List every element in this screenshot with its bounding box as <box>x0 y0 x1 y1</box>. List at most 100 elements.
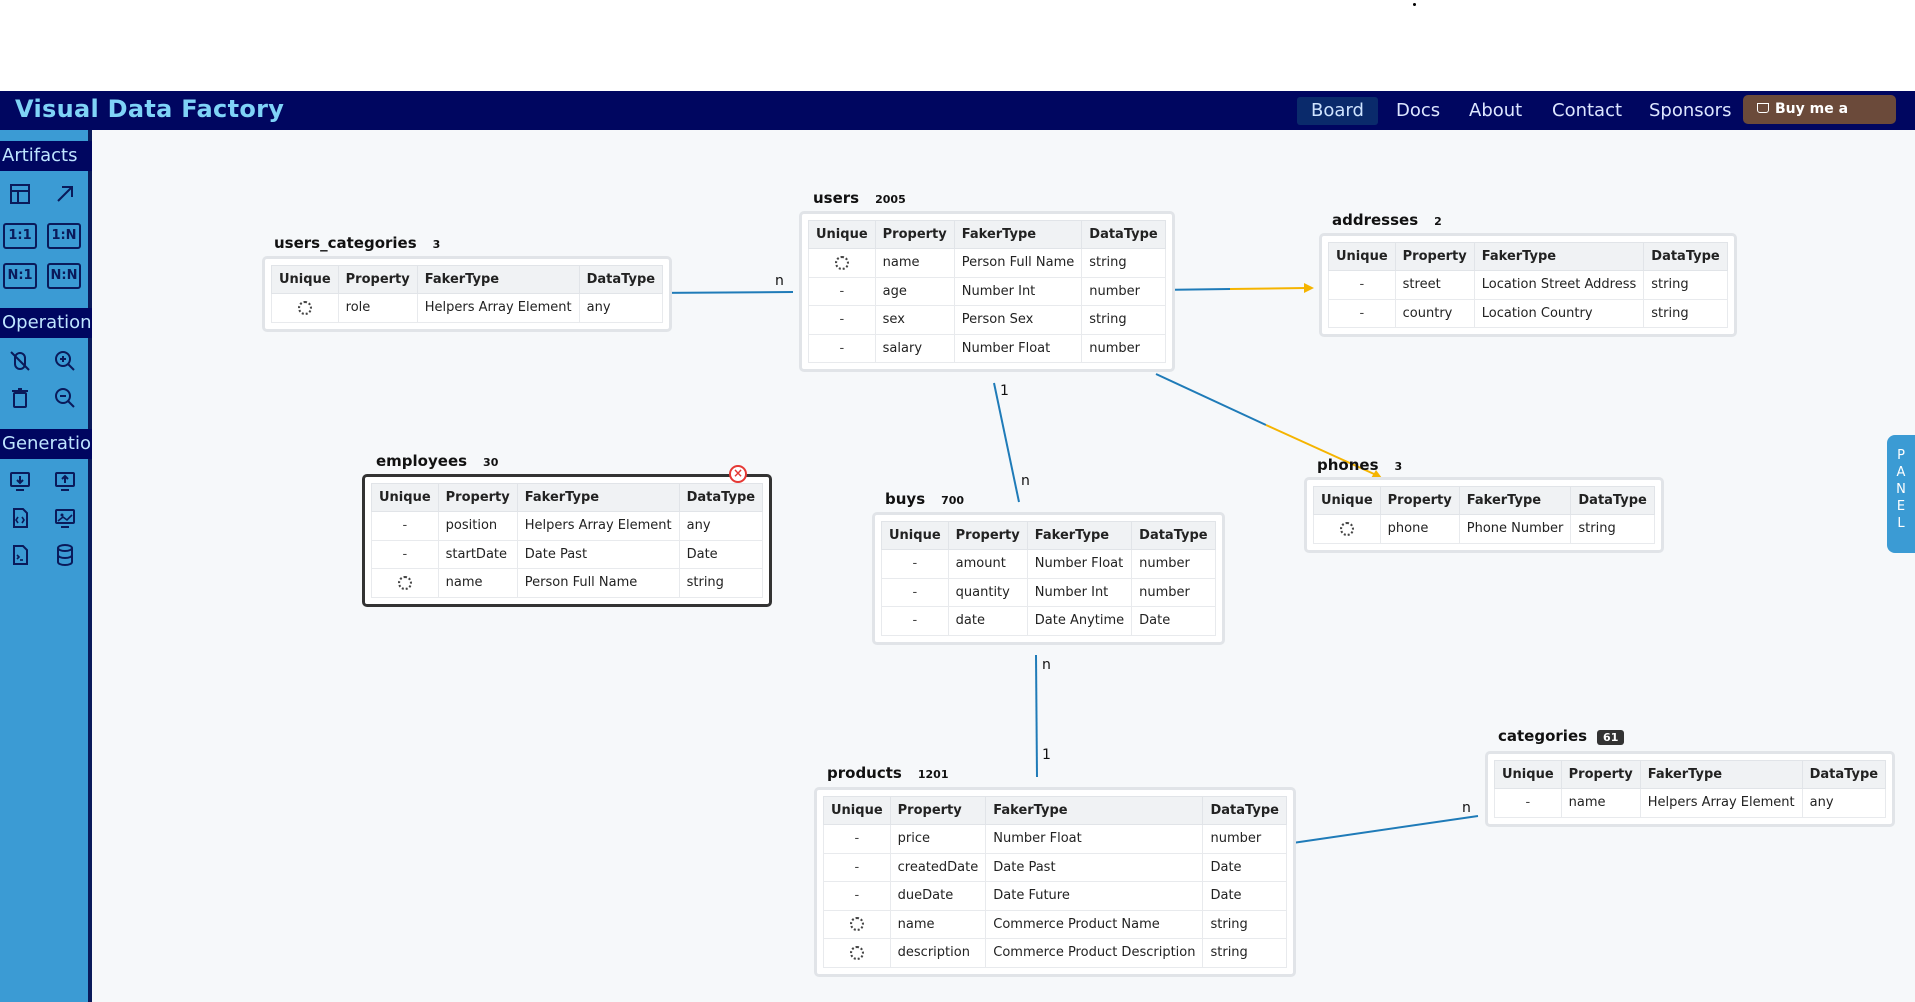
edge-products-categories[interactable] <box>1271 815 1479 847</box>
table-title-categories[interactable]: categories 61 <box>1498 727 1625 745</box>
property-cell: description <box>889 938 987 968</box>
col-unique: Unique <box>823 796 891 825</box>
import-tool[interactable] <box>5 466 35 496</box>
table-row[interactable]: name Person Full Name string <box>808 248 1166 278</box>
script-file-tool[interactable] <box>5 540 35 570</box>
table-row[interactable]: - salary Number Float number <box>808 333 1166 363</box>
table-addresses[interactable]: Unique Property FakerType DataType - street L… <box>1319 233 1737 337</box>
database-icon <box>57 544 73 567</box>
relation-1-1-button[interactable]: 1:1 <box>3 223 37 249</box>
col-property: Property <box>874 220 955 249</box>
datatype-cell: any <box>678 511 764 541</box>
mouse-off-icon <box>10 351 30 371</box>
zoom-in-tool[interactable] <box>50 346 80 376</box>
table-phones[interactable]: Unique Property FakerType DataType phone Pho… <box>1304 477 1664 553</box>
table-row[interactable]: description Commerce Product Description s… <box>823 938 1287 968</box>
datatype-cell: number <box>1131 577 1216 607</box>
col-datatype: DataType <box>1570 486 1655 515</box>
record-count-badge: 3 <box>432 238 441 251</box>
table-row[interactable]: - date Date Anytime Date <box>881 606 1216 636</box>
table-row[interactable]: - quantity Number Int number <box>881 577 1216 607</box>
nav-sponsors[interactable]: Sponsors <box>1635 97 1745 125</box>
relation-n-n-button[interactable]: N:N <box>47 263 81 289</box>
table-title-users-categories[interactable]: users_categories 3 <box>274 234 446 252</box>
relation-1-n-button[interactable]: 1:N <box>47 223 81 249</box>
table-row[interactable]: - name Helpers Array Element any <box>1494 788 1887 818</box>
image-export-tool[interactable] <box>50 503 80 533</box>
table-title-products[interactable]: products 1201 <box>827 764 954 782</box>
fakertype-cell: Number Float <box>953 333 1083 363</box>
table-products[interactable]: Unique Property FakerType DataType - price Nu… <box>814 787 1296 977</box>
close-icon[interactable]: × <box>729 465 747 483</box>
fakertype-cell: Number Int <box>1026 577 1133 607</box>
buy-coffee-button[interactable]: Buy me a coffee <box>1743 95 1896 146</box>
edge-label: n <box>775 273 784 289</box>
datatype-cell: Date <box>1202 881 1287 911</box>
table-users[interactable]: Unique Property FakerType DataType name Pers… <box>799 211 1175 372</box>
table-title-phones[interactable]: phones 3 <box>1317 456 1408 474</box>
record-count-badge: 2005 <box>875 193 906 206</box>
property-cell: price <box>889 824 987 854</box>
add-arrow-tool[interactable] <box>50 179 80 209</box>
property-cell: date <box>947 606 1028 636</box>
col-unique: Unique <box>808 220 876 249</box>
delete-tool[interactable] <box>5 383 35 413</box>
nav-contact[interactable]: Contact <box>1538 97 1636 125</box>
table-row[interactable]: - street Location Street Address string <box>1328 270 1728 300</box>
table-row[interactable]: - dueDate Date Future Date <box>823 881 1287 911</box>
table-row[interactable]: - sex Person Sex string <box>808 305 1166 335</box>
add-table-tool[interactable] <box>5 179 35 209</box>
relation-n-1-button[interactable]: N:1 <box>3 263 37 289</box>
table-title-users[interactable]: users 2005 <box>813 189 912 207</box>
edge-users-addresses-b[interactable] <box>1229 287 1307 290</box>
table-row[interactable]: - amount Number Float number <box>881 549 1216 579</box>
datatype-cell: Date <box>1202 852 1287 882</box>
record-count-badge: 61 <box>1597 730 1625 745</box>
edge-users-buys[interactable] <box>993 382 1020 503</box>
table-row[interactable]: - price Number Float number <box>823 824 1287 854</box>
table-employees[interactable]: Unique Property FakerType DataType - positio… <box>362 474 773 607</box>
fakertype-cell: Commerce Product Description <box>985 938 1204 968</box>
table-title-employees[interactable]: employees 30 <box>376 452 504 470</box>
table-row[interactable]: - startDate Date Past Date <box>371 539 764 569</box>
edge-buys-products[interactable] <box>1035 654 1038 778</box>
property-cell: amount <box>947 549 1028 579</box>
col-fakertype: FakerType <box>516 483 680 512</box>
table-row[interactable]: - country Location Country string <box>1328 298 1728 328</box>
fakertype-cell: Date Future <box>985 881 1204 911</box>
panel-toggle-tab[interactable]: PANEL <box>1887 435 1915 553</box>
table-row[interactable]: - position Helpers Array Element any <box>371 511 764 541</box>
trash-icon <box>12 388 28 408</box>
table-title-addresses[interactable]: addresses 2 <box>1332 211 1448 229</box>
board-canvas[interactable]: 1 n 1 n n 1 n n users_categories3 Unique… <box>92 130 1915 1002</box>
table-row[interactable]: role Helpers Array Element any <box>271 293 664 323</box>
table-icon <box>10 184 30 204</box>
table-name: employees <box>376 452 468 470</box>
table-row[interactable]: phone Phone Number string <box>1313 514 1655 544</box>
col-datatype: DataType <box>578 265 664 294</box>
code-file-tool[interactable] <box>5 503 35 533</box>
table-row[interactable]: name Commerce Product Name string <box>823 909 1287 939</box>
record-count-badge: 30 <box>483 456 499 469</box>
disable-tool[interactable] <box>5 346 35 376</box>
table-row[interactable]: - createdDate Date Past Date <box>823 852 1287 882</box>
table-row[interactable]: name Person Full Name string <box>371 568 764 598</box>
database-tool[interactable] <box>50 540 80 570</box>
table-users-categories[interactable]: Unique Property FakerType DataType role Help… <box>262 256 673 332</box>
edge-users-phones-a[interactable] <box>1155 373 1267 426</box>
nav-docs[interactable]: Docs <box>1382 97 1454 125</box>
table-buys[interactable]: Unique Property FakerType DataType - amount N… <box>872 512 1225 645</box>
export-tool[interactable] <box>50 466 80 496</box>
property-cell: position <box>437 511 518 541</box>
nav-about[interactable]: About <box>1455 97 1536 125</box>
unique-cell: - <box>1328 298 1396 328</box>
fakertype-cell: Number Int <box>953 276 1083 306</box>
table-row[interactable]: - age Number Int number <box>808 276 1166 306</box>
datatype-cell: string <box>1202 938 1287 968</box>
table-categories[interactable]: Unique Property FakerType DataType - name Hel… <box>1485 751 1896 827</box>
download-screen-icon <box>10 472 30 491</box>
section-generation: Generation <box>0 429 102 459</box>
zoom-out-tool[interactable] <box>50 383 80 413</box>
nav-board[interactable]: Board <box>1297 97 1378 125</box>
table-title-buys[interactable]: buys 700 <box>885 490 970 508</box>
